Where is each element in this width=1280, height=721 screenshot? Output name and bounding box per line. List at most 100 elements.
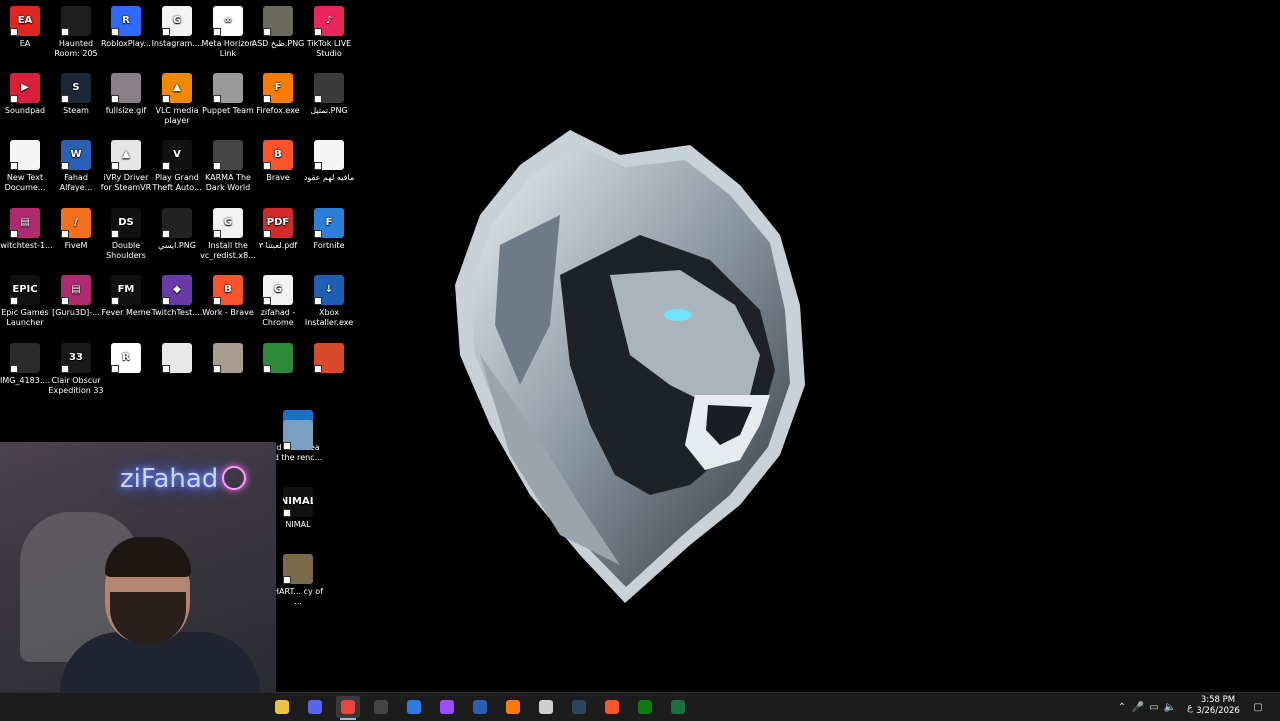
- desktop-icon[interactable]: Gzifahad - Chrome: [250, 275, 306, 327]
- desktop-icon[interactable]: ايسي.PNG: [149, 208, 205, 251]
- firefox-icon[interactable]: [501, 696, 525, 718]
- app-icon: [314, 73, 344, 103]
- obs-icon[interactable]: [369, 696, 393, 718]
- desktop-icon[interactable]: FM Fever Meme: [98, 275, 154, 318]
- desktop-icon-label: تمثيل.PNG: [310, 106, 348, 115]
- word-icon[interactable]: [468, 696, 492, 718]
- chevron-up-icon[interactable]: ⌃: [1115, 693, 1129, 721]
- desktop-icon[interactable]: ♪ TikTok LIVE Studio: [301, 6, 357, 58]
- xbox-icon[interactable]: [633, 696, 657, 718]
- desktop-icon-label: TwitchTest....: [151, 308, 203, 317]
- shortcut-arrow-icon: [162, 365, 170, 373]
- desktop-icon-label: Install the vc_redist.x8...: [200, 241, 256, 260]
- taskbar-glyph: [407, 700, 421, 714]
- desktop-icon[interactable]: ASD طبخ.PNG: [250, 6, 306, 49]
- app-icon: 33: [61, 343, 91, 373]
- desktop-icon[interactable]: [200, 343, 256, 376]
- discord-icon[interactable]: [303, 696, 327, 718]
- app-icon: ▲: [162, 73, 192, 103]
- desktop-icon[interactable]: EA EA: [0, 6, 53, 49]
- desktop-icon[interactable]: G Install the vc_redist.x8...: [200, 208, 256, 260]
- desktop-icon[interactable]: fullsize.gif: [98, 73, 154, 116]
- desktop-icon[interactable]: PDF لعبتنا ٣.pdf: [250, 208, 306, 251]
- desktop-icon[interactable]: [250, 343, 306, 376]
- desktop-icon-label: ASD طبخ.PNG: [251, 39, 305, 48]
- app-icon[interactable]: [534, 696, 558, 718]
- desktop-icon[interactable]: ∞ Meta Horizon Link: [200, 6, 256, 58]
- desktop-icon[interactable]: Puppet Team: [200, 73, 256, 116]
- volume-icon[interactable]: 🔈: [1163, 693, 1177, 721]
- shortcut-arrow-icon: [263, 95, 271, 103]
- desktop-icon[interactable]: HART... cy of ...: [270, 554, 326, 606]
- desktop-icon[interactable]: IMG_4183....: [0, 343, 53, 386]
- desktop-icon[interactable]: d the renc...: [270, 420, 326, 463]
- desktop-icon[interactable]: Haunted Room: 205: [48, 6, 104, 58]
- file-explorer-icon[interactable]: [270, 696, 294, 718]
- brave-icon[interactable]: [600, 696, 624, 718]
- app-icon: B: [213, 275, 243, 305]
- desktop-icon[interactable]: ▤ [Guru3D]-...: [48, 275, 104, 318]
- shortcut-arrow-icon: [314, 162, 322, 170]
- desktop-icon[interactable]: G Instagram....: [149, 6, 205, 49]
- desktop-icon[interactable]: ↓ Xbox Installer.exe: [301, 275, 357, 327]
- desktop-icon[interactable]: R RobloxPlay...: [98, 6, 154, 49]
- shortcut-arrow-icon: [263, 162, 271, 170]
- icon-glyph: PDF: [266, 217, 290, 229]
- shortcut-arrow-icon: [263, 365, 271, 373]
- desktop-icon[interactable]: ▲ iVRy Driver for SteamVR: [98, 140, 154, 192]
- lion-wallpaper: [455, 130, 805, 603]
- desktop-icon[interactable]: R: [98, 343, 154, 376]
- desktop-icon[interactable]: B Brave: [250, 140, 306, 183]
- shortcut-arrow-icon: [162, 230, 170, 238]
- messenger-icon[interactable]: [435, 696, 459, 718]
- desktop-icon[interactable]: F Firefox.exe: [250, 73, 306, 116]
- desktop-icon[interactable]: [149, 343, 205, 376]
- shortcut-arrow-icon: [10, 365, 18, 373]
- notification-icon[interactable]: ▢: [1250, 693, 1266, 721]
- taskbar: ⌃ 🎤 ▭ 🔈 ع 3:58 PM 3/26/2026 ▢: [0, 692, 1280, 721]
- desktop-icon[interactable]: F Fortnite: [301, 208, 357, 251]
- desktop-icon-label: FiveM: [64, 241, 88, 250]
- desktop-icon[interactable]: تمثيل.PNG: [301, 73, 357, 116]
- shortcut-arrow-icon: [314, 230, 322, 238]
- desktop-icon[interactable]: V Play Grand Theft Auto...: [149, 140, 205, 192]
- shortcut-arrow-icon: [263, 297, 271, 305]
- steam-icon[interactable]: [567, 696, 591, 718]
- desktop-icon[interactable]: 33 Clair Obscur Expedition 33: [48, 343, 104, 395]
- app-icon: [263, 343, 293, 373]
- desktop-icon[interactable]: ▤ twitchtest-1...: [0, 208, 53, 251]
- shortcut-arrow-icon: [10, 28, 18, 36]
- microphone-icon[interactable]: 🎤: [1131, 693, 1145, 721]
- excel-icon[interactable]: [666, 696, 690, 718]
- neon-planet-icon: [222, 466, 246, 490]
- icon-glyph: 33: [69, 352, 83, 364]
- taskbar-glyph: [638, 700, 652, 714]
- desktop-icon[interactable]: NIMAL NIMAL: [270, 487, 326, 530]
- desktop-icon[interactable]: / FiveM: [48, 208, 104, 251]
- desktop-icon[interactable]: S Steam: [48, 73, 104, 116]
- streamer-hair: [105, 537, 191, 577]
- store-icon[interactable]: [402, 696, 426, 718]
- shortcut-arrow-icon: [111, 162, 119, 170]
- desktop-icon-label: Haunted Room: 205: [54, 39, 98, 58]
- desktop-icon[interactable]: B Work - Brave: [200, 275, 256, 318]
- desktop-icon[interactable]: KARMA The Dark World: [200, 140, 256, 192]
- app-icon: ▤: [10, 208, 40, 238]
- desktop-icon[interactable]: مافيه لهم عقود: [301, 140, 357, 183]
- desktop-icon[interactable]: ◆ TwitchTest....: [149, 275, 205, 318]
- shortcut-arrow-icon: [111, 365, 119, 373]
- desktop-icon[interactable]: ▲ VLC media player: [149, 73, 205, 125]
- shortcut-arrow-icon: [10, 95, 18, 103]
- desktop-icon[interactable]: New Text Docume...: [0, 140, 53, 192]
- chrome-icon[interactable]: [336, 696, 360, 720]
- desktop-icon[interactable]: DS Double Shoulders: [98, 208, 154, 260]
- app-icon: R: [111, 6, 141, 36]
- system-clock[interactable]: 3:58 PM 3/26/2026: [1194, 695, 1242, 717]
- desktop-icon[interactable]: ▶ Soundpad: [0, 73, 53, 116]
- shortcut-arrow-icon: [111, 28, 119, 36]
- desktop-icon[interactable]: EPIC Epic Games Launcher: [0, 275, 53, 327]
- desktop-icon[interactable]: [301, 343, 357, 376]
- network-icon[interactable]: ▭: [1147, 693, 1161, 721]
- taskbar-glyph: [275, 700, 289, 714]
- desktop-icon[interactable]: W Fahad Alfaye...: [48, 140, 104, 192]
